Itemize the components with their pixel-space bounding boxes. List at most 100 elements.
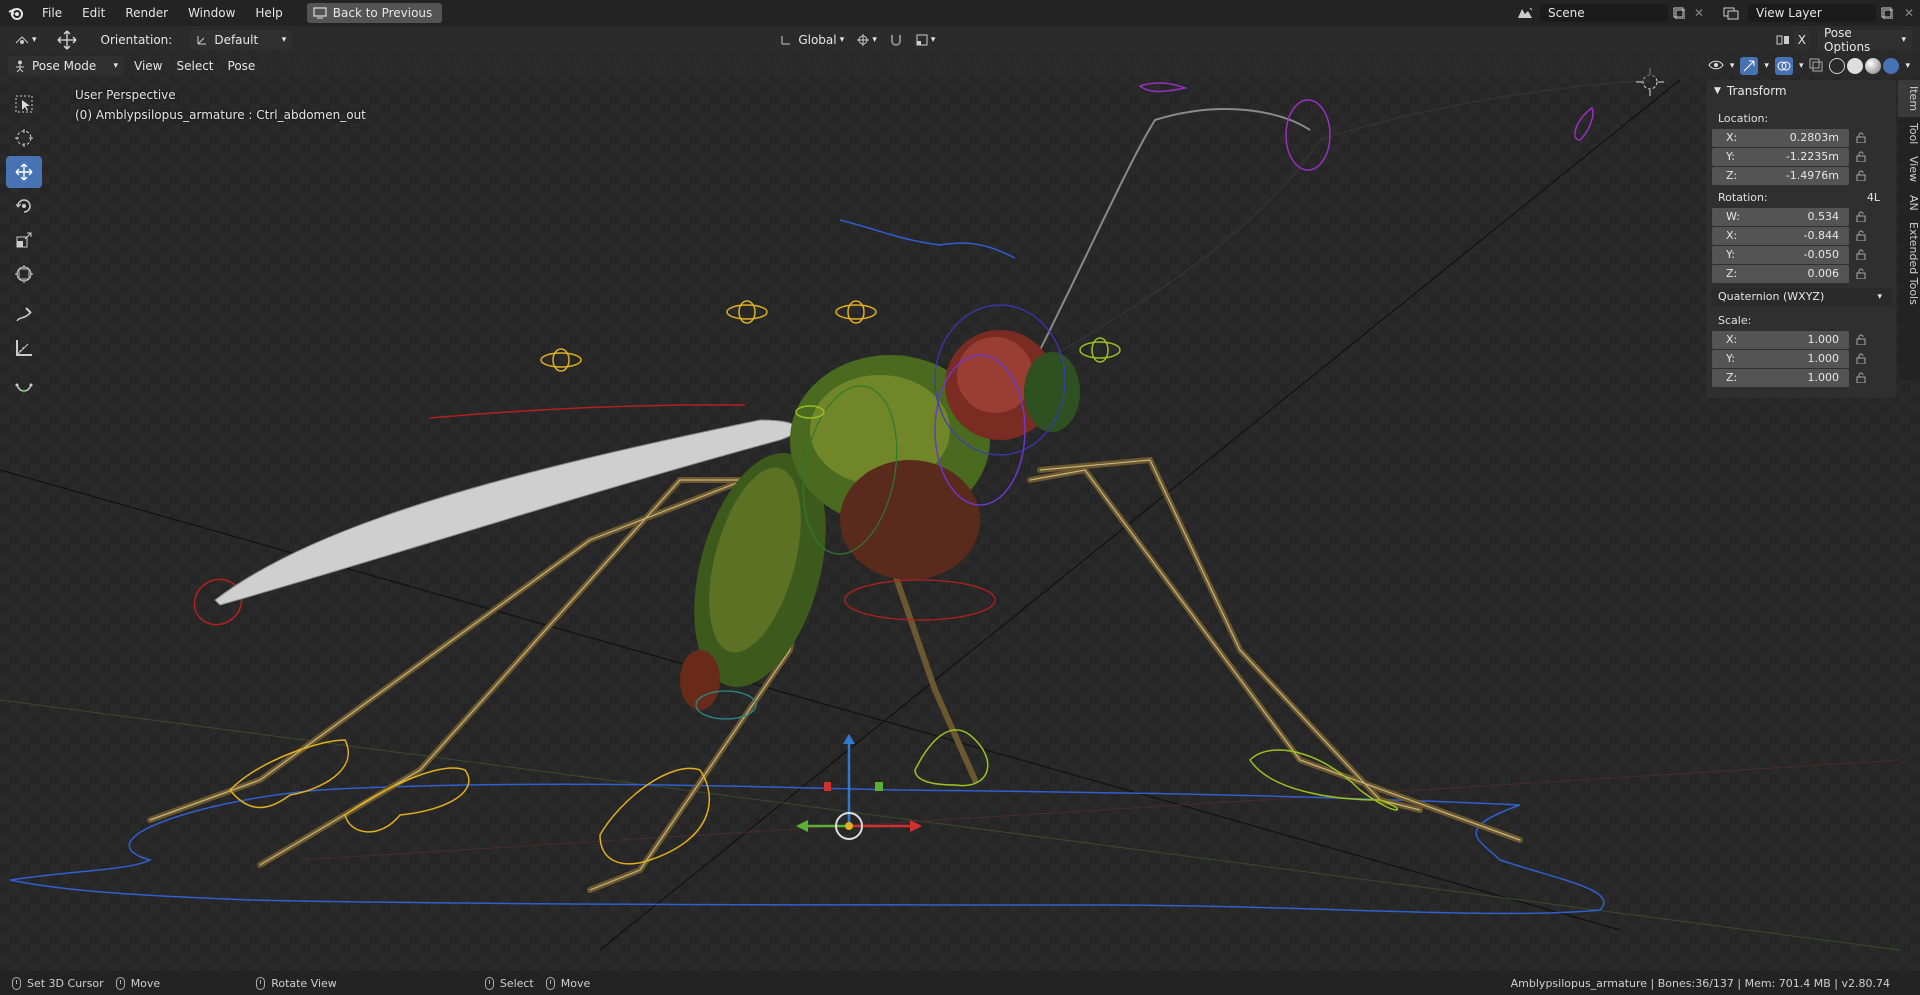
rotation-field-0[interactable]: W: 0.534 xyxy=(1712,207,1849,226)
chevron-down-icon: ▾ xyxy=(930,35,936,45)
lock-icon[interactable] xyxy=(1849,353,1873,364)
tab-extended-tools[interactable]: Extended Tools xyxy=(1898,216,1920,311)
scene-close-icon[interactable]: ✕ xyxy=(1690,6,1708,20)
menu-window[interactable]: Window xyxy=(178,0,245,26)
tab-item[interactable]: Item xyxy=(1898,80,1920,118)
rotation-lock-4l[interactable]: 4L xyxy=(1867,189,1880,207)
menu-view[interactable]: View xyxy=(124,53,172,79)
lock-icon[interactable] xyxy=(1849,334,1873,345)
menu-help[interactable]: Help xyxy=(245,0,292,26)
location-field-0[interactable]: X: 0.2803m xyxy=(1712,128,1849,147)
scene-icon[interactable] xyxy=(1510,6,1540,20)
chevron-down-icon: ▾ xyxy=(839,35,845,45)
tab-tool[interactable]: Tool xyxy=(1898,117,1920,150)
annotate-tool[interactable] xyxy=(6,298,42,330)
rotation-field-2[interactable]: Y: -0.050 xyxy=(1712,245,1849,264)
pivot-point-dropdown[interactable]: ▾ xyxy=(850,30,883,50)
rotation-row: Z: 0.006 xyxy=(1706,264,1896,283)
lock-icon[interactable] xyxy=(1849,132,1873,143)
lock-icon[interactable] xyxy=(1849,170,1873,181)
rotation-field-3[interactable]: Z: 0.006 xyxy=(1712,264,1849,283)
bone-envelope-tool[interactable] xyxy=(6,372,42,404)
pose-options-dropdown[interactable]: Pose Options ▾ xyxy=(1818,26,1912,54)
transform-tool[interactable] xyxy=(6,258,42,290)
lock-icon[interactable] xyxy=(1849,230,1873,241)
sidebar-tabs: Item Tool View AN Extended Tools xyxy=(1898,80,1920,380)
snap-toggle[interactable] xyxy=(883,30,909,50)
chevron-down-icon: ▾ xyxy=(281,35,287,45)
scale-field-1[interactable]: Y: 1.000 xyxy=(1712,349,1849,368)
pose-mode-icon xyxy=(16,60,24,72)
lock-icon[interactable] xyxy=(1849,372,1873,383)
overlays-toggle-icon[interactable] xyxy=(1774,57,1793,75)
cursor-tool[interactable] xyxy=(6,122,42,154)
transform-panel-header[interactable]: ▼ Transform xyxy=(1706,80,1896,102)
right-mouse-icon xyxy=(484,976,494,990)
menu-edit[interactable]: Edit xyxy=(72,0,115,26)
menu-render[interactable]: Render xyxy=(115,0,178,26)
move-tool[interactable] xyxy=(6,156,42,188)
3d-viewport[interactable] xyxy=(0,54,1920,971)
x-mirror-toggle[interactable]: X xyxy=(1793,30,1810,50)
mosquito-rig-scene[interactable] xyxy=(0,54,1920,971)
chevron-down-icon[interactable]: ▾ xyxy=(1799,61,1804,71)
location-field-1[interactable]: Y: -1.2235m xyxy=(1712,147,1849,166)
3d-viewport-icon xyxy=(15,36,29,44)
solid-shading-icon[interactable] xyxy=(1847,58,1864,74)
status-info: Amblypsilopus_armature | Bones:36/137 | … xyxy=(1510,976,1890,990)
move-tool-icon[interactable] xyxy=(55,30,79,50)
rendered-shading-icon[interactable] xyxy=(1883,58,1900,74)
rotate-tool[interactable] xyxy=(6,190,42,222)
wireframe-shading-icon[interactable] xyxy=(1829,58,1846,74)
transform-orientation-dropdown[interactable]: Global ▾ xyxy=(774,30,850,50)
view-layer-close-icon[interactable]: ✕ xyxy=(1898,6,1920,20)
status-move: Move xyxy=(115,976,160,990)
chevron-down-icon[interactable]: ▾ xyxy=(1764,61,1769,71)
blender-logo-icon[interactable] xyxy=(0,0,32,26)
tab-view[interactable]: View xyxy=(1898,150,1920,188)
editor-type-dropdown[interactable]: ▾ xyxy=(8,30,43,50)
active-object-label: (0) Amblypsilopus_armature : Ctrl_abdome… xyxy=(75,108,366,122)
select-box-tool[interactable] xyxy=(6,88,42,120)
orientation-dropdown[interactable]: Default ▾ xyxy=(190,30,293,50)
tab-an[interactable]: AN xyxy=(1898,189,1920,217)
measure-tool[interactable] xyxy=(6,332,42,364)
rotation-label: Rotation: xyxy=(1718,191,1768,204)
lock-icon[interactable] xyxy=(1849,249,1873,260)
scale-field-0[interactable]: X: 1.000 xyxy=(1712,330,1849,349)
location-fields: X: 0.2803m Y: -1.2235m Z: -1.4976m xyxy=(1706,128,1896,185)
gizmo-toggle-icon[interactable] xyxy=(1740,57,1759,75)
scale-label: Scale: xyxy=(1718,314,1752,327)
location-field-2[interactable]: Z: -1.4976m xyxy=(1712,166,1849,185)
viewport-shading-controls: ▾ ▾ ▾ ▾ xyxy=(1708,57,1910,75)
lock-icon[interactable] xyxy=(1849,211,1873,222)
chevron-down-icon[interactable]: ▾ xyxy=(1730,61,1735,71)
menu-select[interactable]: Select xyxy=(172,53,217,79)
magnet-icon xyxy=(890,35,901,46)
snap-target-dropdown[interactable]: ▾ xyxy=(909,30,942,50)
scene-name-field[interactable]: Scene xyxy=(1540,4,1668,22)
view-layer-new-icon[interactable] xyxy=(1876,7,1898,19)
lock-icon[interactable] xyxy=(1849,151,1873,162)
select-box-icon xyxy=(15,95,33,113)
back-to-previous-button[interactable]: Back to Previous xyxy=(306,3,443,23)
xray-toggle-icon[interactable] xyxy=(1809,58,1823,75)
scale-axis-label: Z: xyxy=(1726,371,1738,384)
status-rotate-view: Rotate View xyxy=(256,976,337,990)
scale-field-2[interactable]: Z: 1.000 xyxy=(1712,368,1849,387)
menu-file[interactable]: File xyxy=(32,0,72,26)
chevron-down-icon[interactable]: ▾ xyxy=(1905,61,1910,71)
visibility-eye-icon[interactable] xyxy=(1708,59,1724,74)
lock-icon[interactable] xyxy=(1849,268,1873,279)
scale-tool[interactable] xyxy=(6,224,42,256)
rotation-axis-label: W: xyxy=(1726,210,1740,223)
mode-dropdown[interactable]: Pose Mode ▾ xyxy=(8,56,124,76)
rotation-mode-dropdown[interactable]: Quaternion (WXYZ) ▾ xyxy=(1712,287,1892,306)
material-shading-icon[interactable] xyxy=(1865,58,1882,74)
chevron-down-icon: ▾ xyxy=(1901,35,1906,45)
rotation-field-1[interactable]: X: -0.844 xyxy=(1712,226,1849,245)
menu-pose[interactable]: Pose xyxy=(218,53,266,79)
scene-new-icon[interactable] xyxy=(1668,7,1690,19)
view-layer-field[interactable]: View Layer xyxy=(1748,4,1876,22)
view-layer-icon[interactable] xyxy=(1714,6,1748,20)
